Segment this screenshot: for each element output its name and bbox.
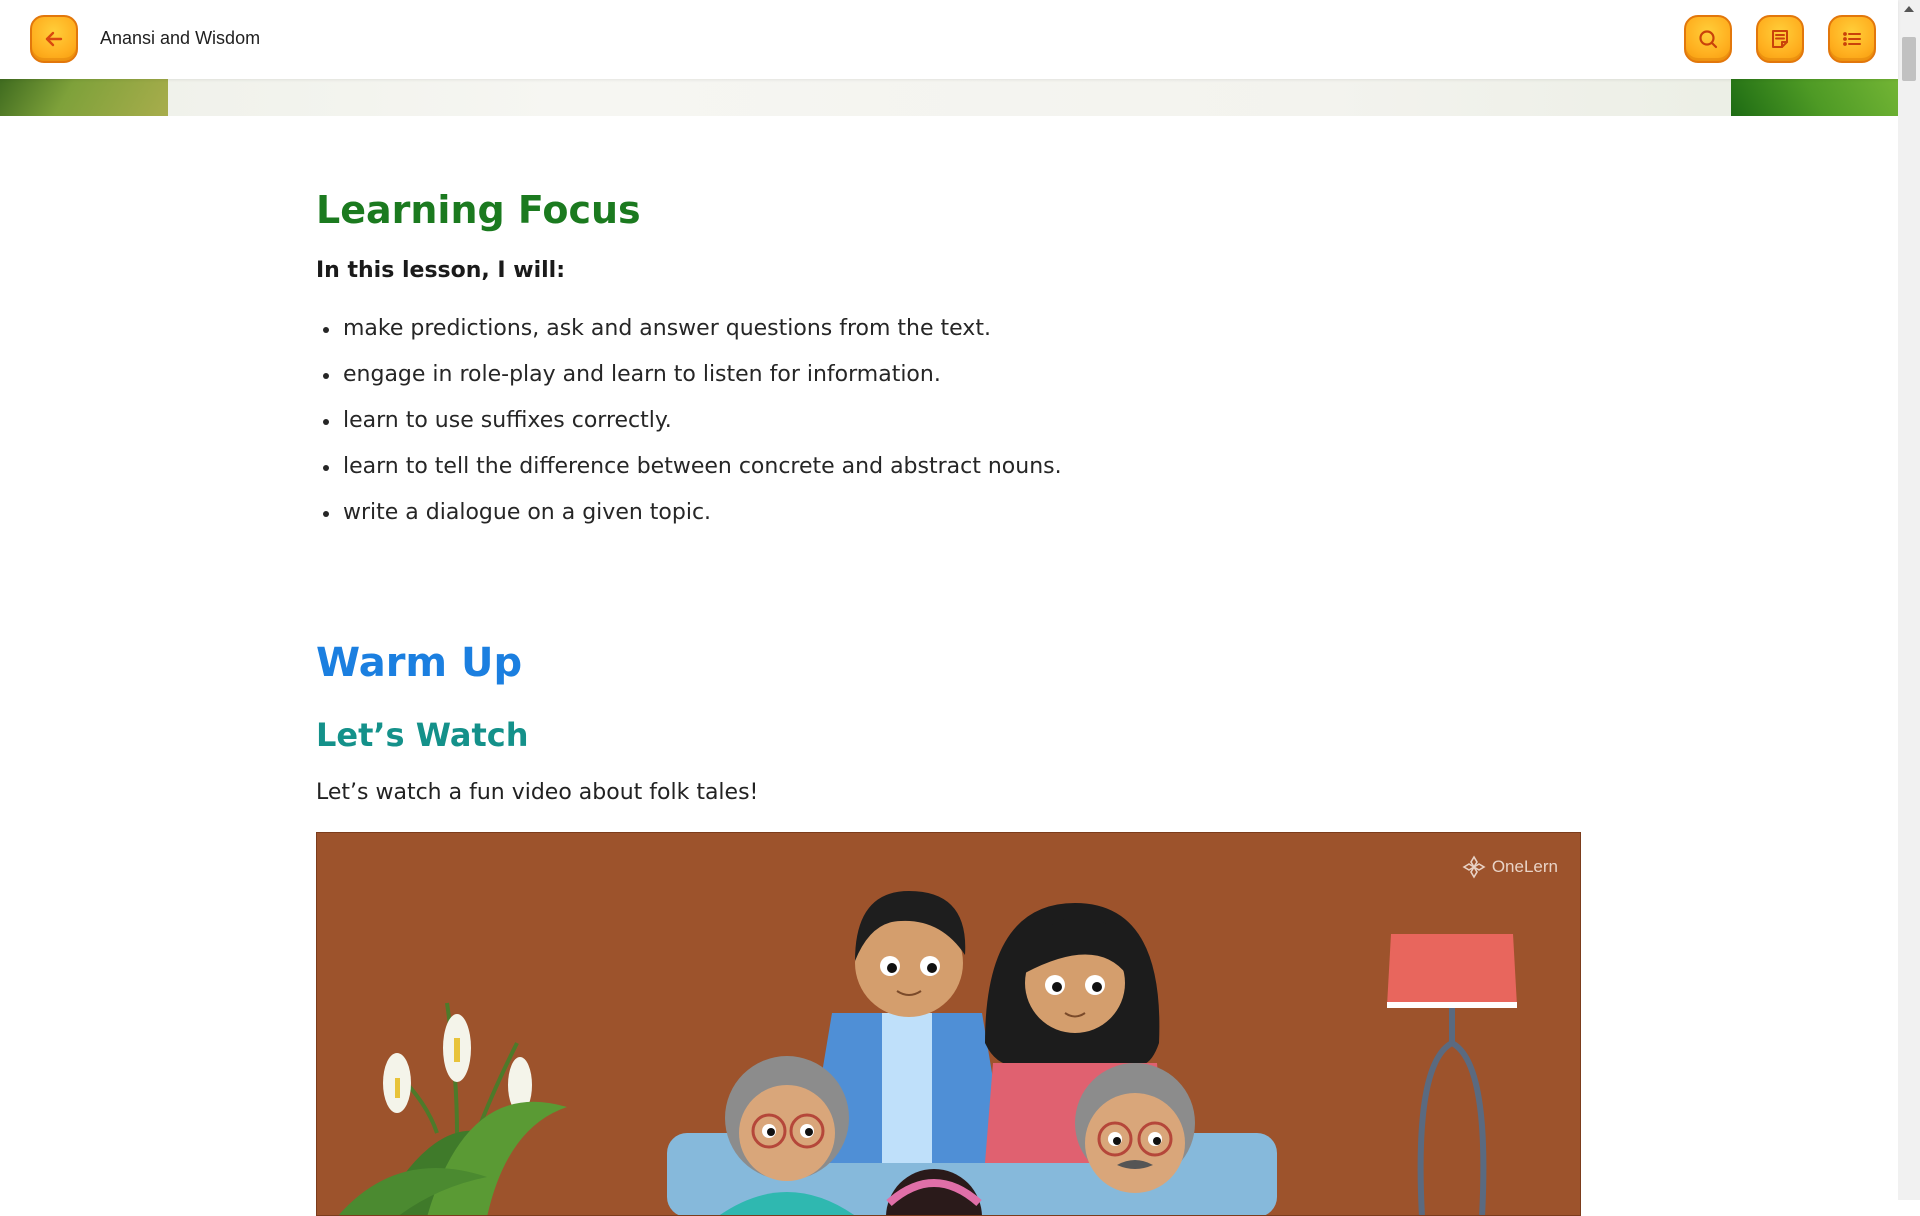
learning-goals-list: make predictions, ask and answer questio… — [316, 306, 1062, 536]
top-bar: Anansi and Wisdom — [0, 0, 1898, 79]
back-button[interactable] — [30, 15, 78, 63]
notes-button[interactable] — [1756, 15, 1804, 63]
arrow-left-icon — [45, 31, 63, 47]
learning-focus-intro: In this lesson, I will: — [316, 258, 566, 283]
leaf-decoration-right — [1731, 79, 1898, 116]
lets-watch-description: Let’s watch a fun video about folk tales… — [316, 780, 759, 805]
list-item: engage in role-play and learn to listen … — [323, 352, 1062, 398]
page-title: Anansi and Wisdom — [100, 28, 261, 48]
lamp-illustration — [1387, 934, 1517, 1215]
learning-focus-heading: Learning Focus — [316, 188, 641, 232]
list-item: learn to tell the difference between con… — [323, 444, 1062, 490]
video-player[interactable]: OneLern — [316, 832, 1581, 1216]
list-item: learn to use suffixes correctly. — [323, 398, 1062, 444]
page-scrollbar[interactable] — [1898, 0, 1920, 1200]
list-item: write a dialogue on a given topic. — [323, 490, 1062, 536]
scrollbar-thumb[interactable] — [1902, 37, 1916, 81]
plant-illustration — [338, 1002, 567, 1215]
warm-up-heading: Warm Up — [316, 640, 523, 686]
search-icon — [1699, 30, 1718, 49]
list-item: make predictions, ask and answer questio… — [323, 306, 1062, 352]
search-button[interactable] — [1684, 15, 1732, 63]
video-thumbnail-illustration — [338, 891, 1517, 1215]
lesson-banner-image — [0, 79, 1898, 116]
menu-button[interactable] — [1828, 15, 1876, 63]
notes-icon — [1772, 30, 1788, 48]
list-icon — [1843, 32, 1861, 46]
scroll-up-icon[interactable] — [1904, 6, 1914, 12]
lets-watch-heading: Let’s Watch — [316, 716, 529, 754]
leaf-decoration-left — [0, 79, 168, 116]
